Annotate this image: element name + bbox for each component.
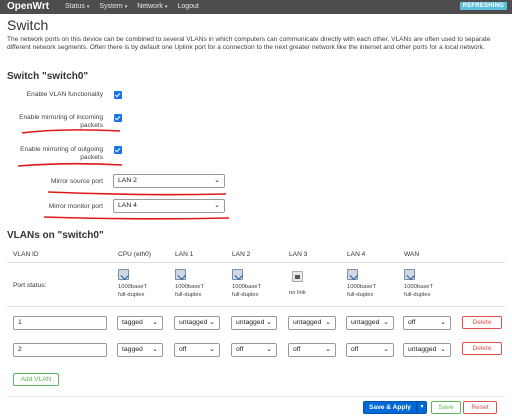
col-header-wan: WAN	[404, 251, 420, 258]
port-status-lan1: 1000baseT full-duplex	[175, 284, 205, 298]
chevron-down-icon: ⌄	[266, 346, 272, 353]
delete-vlan-button[interactable]: Delete	[462, 342, 502, 355]
chevron-down-icon: ⌄	[209, 346, 215, 353]
col-header-lan3: LAN 3	[289, 251, 308, 258]
vlan-id-input[interactable]: 1	[13, 316, 107, 330]
port-status-label: Port status:	[13, 282, 47, 289]
chevron-down-icon: ⌄	[209, 319, 215, 326]
ethernet-port-up-icon	[347, 269, 358, 280]
add-vlan-button[interactable]: Add VLAN	[13, 373, 59, 386]
save-apply-button[interactable]: Save & Apply	[363, 401, 417, 414]
port-mode-select[interactable]: off ⌄	[346, 343, 394, 357]
chevron-down-icon: ⌄	[152, 319, 158, 326]
col-header-vlan-id: VLAN ID	[13, 251, 39, 258]
port-mode-select[interactable]: untagged ⌄	[288, 316, 336, 330]
table-divider	[7, 306, 505, 307]
port-mode-select[interactable]: tagged ⌄	[117, 316, 163, 330]
port-mode-select[interactable]: tagged ⌄	[117, 343, 163, 357]
ethernet-port-up-icon	[404, 269, 415, 280]
col-header-lan4: LAN 4	[347, 251, 366, 258]
ethernet-port-up-icon	[232, 269, 243, 280]
table-divider	[7, 262, 505, 263]
port-status-lan3: no link	[289, 290, 306, 296]
port-status-cpu: 1000baseT full-duplex	[118, 284, 148, 298]
port-status-lan2: 1000baseT full-duplex	[232, 284, 262, 298]
chevron-down-icon: ⌄	[440, 319, 446, 326]
col-header-lan2: LAN 2	[232, 251, 251, 258]
footer-divider	[7, 396, 505, 397]
port-mode-select[interactable]: off ⌄	[403, 316, 451, 330]
col-header-lan1: LAN 1	[175, 251, 194, 258]
port-mode-select[interactable]: off ⌄	[174, 343, 220, 357]
ethernet-port-up-icon	[175, 269, 186, 280]
ethernet-port-nolink-icon	[292, 271, 303, 282]
port-mode-select[interactable]: untagged ⌄	[403, 343, 451, 357]
port-mode-select[interactable]: untagged ⌄	[346, 316, 394, 330]
port-mode-select[interactable]: untagged ⌄	[174, 316, 220, 330]
chevron-down-icon: ⌄	[152, 346, 158, 353]
port-mode-select[interactable]: off ⌄	[231, 343, 277, 357]
port-mode-select[interactable]: off ⌄	[288, 343, 336, 357]
chevron-down-icon: ⌄	[440, 346, 446, 353]
chevron-down-icon: ⌄	[325, 319, 331, 326]
chevron-down-icon: ▾	[420, 404, 424, 410]
ethernet-port-up-icon	[118, 269, 129, 280]
delete-vlan-button[interactable]: Delete	[462, 316, 502, 329]
port-status-lan4: 1000baseT full-duplex	[347, 284, 377, 298]
save-button[interactable]: Save	[431, 401, 461, 414]
chevron-down-icon: ⌄	[383, 319, 389, 326]
vlan-id-input[interactable]: 2	[13, 343, 107, 357]
reset-button[interactable]: Reset	[463, 401, 497, 414]
chevron-down-icon: ⌄	[325, 346, 331, 353]
chevron-down-icon: ⌄	[266, 319, 272, 326]
col-header-cpu: CPU (eth0)	[118, 251, 151, 258]
port-status-wan: 1000baseT full-duplex	[404, 284, 434, 298]
port-mode-select[interactable]: untagged ⌄	[231, 316, 277, 330]
vlans-section-title: VLANs on "switch0"	[7, 230, 104, 241]
chevron-down-icon: ⌄	[383, 346, 389, 353]
save-apply-dropdown-button[interactable]: ▾	[417, 401, 427, 414]
